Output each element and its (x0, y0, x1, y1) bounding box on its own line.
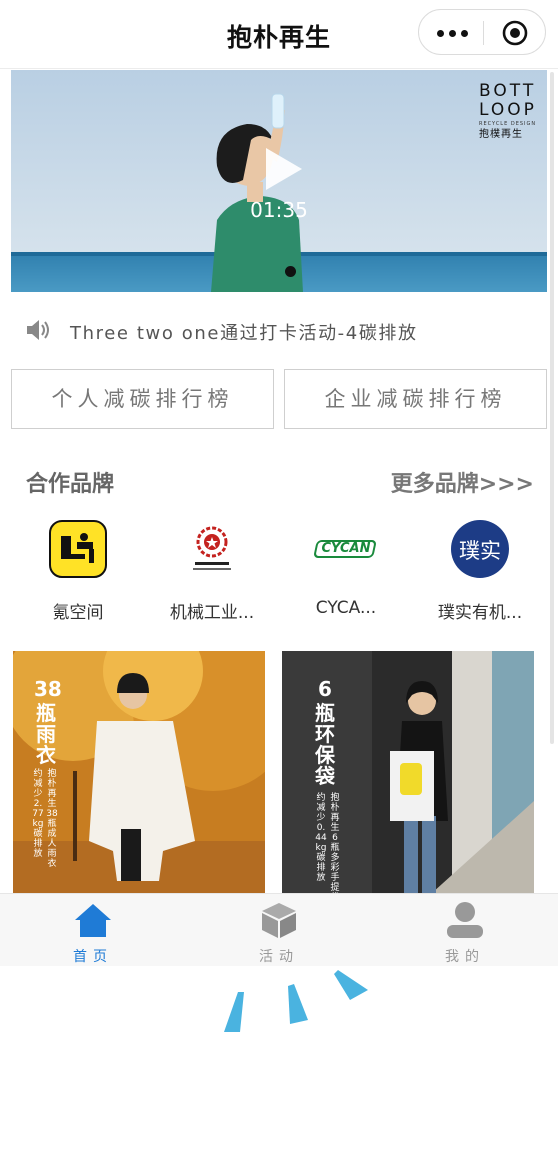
play-icon[interactable] (258, 144, 308, 194)
raincoat-title-char: 衣 (36, 743, 56, 767)
machine-press-logo (183, 520, 241, 578)
product-card-raincoat[interactable]: 38 瓶 雨 衣 约减少2.77kg碳排放 抱朴再生38瓶成人雨衣 (13, 651, 265, 893)
bag-title-char: 环 (315, 722, 335, 746)
video-duration: 01:35 (250, 198, 308, 222)
tab-home-label: 首页 (73, 949, 113, 965)
tab-home[interactable]: 首页 (0, 894, 186, 966)
capsule-divider (483, 21, 484, 45)
raincoat-count: 38 (34, 677, 62, 701)
nav-bar: 抱朴再生 (0, 0, 558, 69)
tab-me[interactable]: 我的 (372, 894, 558, 966)
mini-program-capsule (418, 9, 546, 55)
more-brands-link[interactable]: 更多品牌>>> (391, 466, 534, 498)
box-icon (262, 903, 296, 938)
raincoat-carbon-text: 约减少2.77kg碳排放 (32, 769, 44, 859)
home-icon (75, 904, 111, 937)
speaker-icon (27, 320, 49, 340)
brands-section-title: 合作品牌 (26, 472, 115, 497)
brand-name: 璞实有机... (437, 603, 523, 623)
scrollbar[interactable] (550, 72, 554, 744)
user-icon (447, 902, 483, 938)
brand-name: 氪空间 (52, 603, 104, 623)
krypton-space-logo (49, 520, 107, 578)
pushi-logo: 璞实 (451, 520, 509, 578)
enterprise-ranking-button[interactable]: 企业减碳排行榜 (284, 369, 547, 429)
brand-item-machine-press[interactable]: 机械工业... (147, 520, 277, 623)
bag-carbon-text: 约减少0.44kg碳排放 (315, 793, 327, 883)
bag-title-char: 袋 (315, 764, 335, 788)
notice-bar[interactable]: Three two one通过打卡活动-4碳排放 (24, 312, 544, 348)
brand-name: 机械工业... (169, 603, 255, 623)
personal-ranking-button[interactable]: 个人减碳排行榜 (11, 369, 274, 429)
brand-item-pushi[interactable]: 璞实 璞实有机... (415, 520, 545, 623)
product-card-bag[interactable]: 6 瓶 环 保 袋 约减少0.44kg碳排放 抱朴再生6瓶多彩手提袋 (282, 651, 534, 893)
cycan-logo: CYCAN (313, 520, 377, 578)
brand-item-krypton[interactable]: 氪空间 (13, 520, 143, 623)
bag-title-char: 保 (315, 743, 335, 767)
tab-activity[interactable]: 活动 (186, 894, 372, 966)
raincoat-title-char: 雨 (36, 722, 56, 746)
tab-me-label: 我的 (445, 949, 485, 965)
bag-title-char: 瓶 (315, 701, 335, 725)
brand-item-cycan[interactable]: CYCAN CYCA... (281, 520, 411, 618)
raincoat-desc-text: 抱朴再生38瓶成人雨衣 (46, 769, 58, 869)
carousel-indicator[interactable] (285, 266, 296, 277)
notice-text: Three two one通过打卡活动-4碳排放 (70, 323, 418, 344)
target-circle-icon[interactable] (502, 20, 528, 46)
video-banner[interactable]: 01:35 BOTT LOOP RECYCLE DESIGN 抱樸再生 (11, 70, 547, 292)
more-dots-icon[interactable] (437, 10, 469, 56)
brand-name: CYCA... (315, 598, 377, 618)
loading-spinner-icon (224, 970, 368, 1032)
bottloop-logo: BOTT LOOP RECYCLE DESIGN 抱樸再生 (479, 81, 537, 141)
raincoat-title-char: 瓶 (36, 701, 56, 725)
bag-count: 6 (318, 677, 332, 701)
bag-desc-text: 抱朴再生6瓶多彩手提袋 (330, 793, 340, 893)
bottom-tab-bar: 首页 活动 我的 (0, 893, 558, 966)
